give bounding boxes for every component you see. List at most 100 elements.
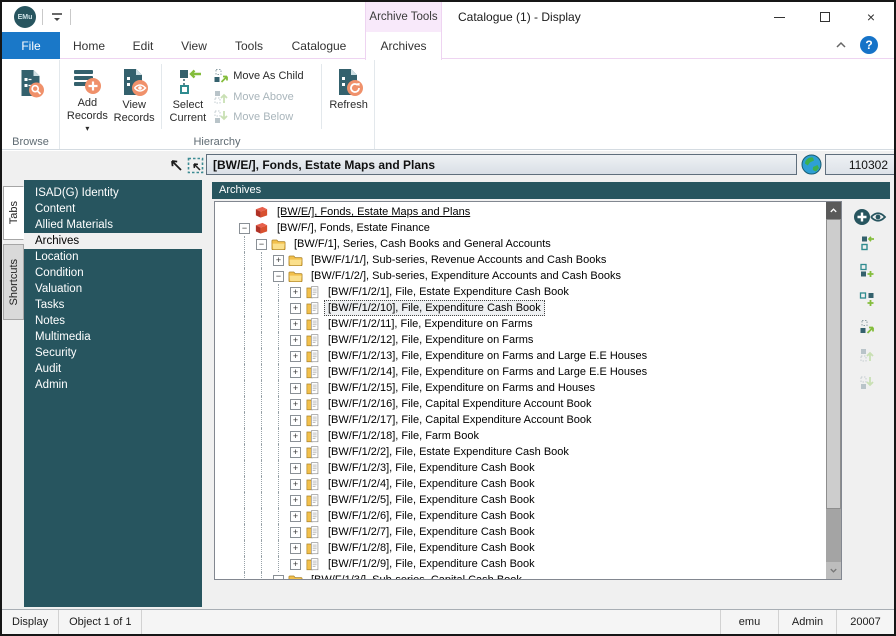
collapse-icon[interactable]: − [273,271,284,282]
expand-icon[interactable]: + [290,479,301,490]
tree-row-label[interactable]: [BW/F/1/2/9], File, Expenditure Cash Boo… [324,556,539,572]
menu-tab-catalogue[interactable]: Catalogue [275,32,363,59]
sidebar-item-multimedia[interactable]: Multimedia [24,329,202,345]
tree-row[interactable]: − [BW/F/1/2/], Sub-series, Expenditure Ac… [215,268,826,284]
sidebar-item-audit[interactable]: Audit [24,361,202,377]
expand-icon[interactable]: + [290,335,301,346]
tree-scrollbar[interactable] [826,202,841,579]
scroll-up-button[interactable] [826,202,841,219]
collapse-icon[interactable]: − [256,239,267,250]
tree-row-label[interactable]: [BW/F/1/2/15], File, Expenditure on Farm… [324,380,599,396]
sidebar-item-allied-materials[interactable]: Allied Materials [24,217,202,233]
tree-row-label[interactable]: [BW/F/1/2/17], File, Capital Expenditure… [324,412,596,428]
scroll-down-button[interactable] [826,562,841,579]
tree-row[interactable]: − [BW/F/], Fonds, Estate Finance [215,220,826,236]
tree-row[interactable]: + [BW/F/1/2/8], File, Expenditure Cash Bo… [215,540,826,556]
tree-row[interactable]: + [BW/F/1/2/1], File, Estate Expenditure … [215,284,826,300]
sidebar-item-isad-g-identity[interactable]: ISAD(G) Identity [24,185,202,201]
expand-icon[interactable]: + [290,351,301,362]
tree-row-label[interactable]: [BW/F/1/2/], Sub-series, Expenditure Acc… [307,268,625,284]
tree-row-label[interactable]: [BW/F/1], Series, Cash Books and General… [290,236,555,252]
expand-icon[interactable]: + [290,383,301,394]
sidebar-item-tasks[interactable]: Tasks [24,297,202,313]
tree-row[interactable]: +[BW/F/1/2/13], File, Expenditure on Far… [215,348,826,364]
tree-row[interactable]: + [BW/F/1/2/4], File, Expenditure Cash Bo… [215,476,826,492]
add-records-button[interactable]: Add Records ▾ [64,62,111,133]
tree-row-label[interactable]: [BW/F/1/2/14], File, Expenditure on Farm… [324,364,651,380]
select-current-button[interactable] [859,235,879,255]
tree-row[interactable]: +[BW/F/1/2/11], File, Expenditure on Far… [215,316,826,332]
tree-row-label[interactable]: [BW/F/], Fonds, Estate Finance [273,220,434,236]
tree-row[interactable]: +[BW/F/1/2/7], File, Expenditure Cash Bo… [215,524,826,540]
sidebar-item-notes[interactable]: Notes [24,313,202,329]
expand-icon[interactable]: + [290,447,301,458]
collapse-ribbon-button[interactable] [834,38,850,54]
help-button[interactable]: ? [860,36,878,54]
side-tab-shortcuts[interactable]: Shortcuts [3,244,24,320]
side-tab-tabs[interactable]: Tabs [3,186,24,240]
move-above-button[interactable]: Move Above [213,87,318,107]
expand-icon[interactable]: + [290,399,301,410]
marquee-select-icon[interactable] [187,157,203,173]
tree-row-label[interactable]: [BW/F/1/2/18], File, Farm Book [324,428,483,444]
maximize-button[interactable] [802,2,848,32]
expand-icon[interactable]: + [290,319,301,330]
tree-row-label[interactable]: [BW/F/1/2/1], File, Estate Expenditure C… [324,284,573,300]
add-child-button[interactable] [859,263,879,283]
quick-access-customize-button[interactable] [50,10,64,24]
tree-row-label[interactable]: [BW/F/1/2/6], File, Expenditure Cash Boo… [324,508,539,524]
expand-icon[interactable]: + [290,303,301,314]
tree-row-label[interactable]: [BW/F/1/2/16], File, Capital Expenditure… [324,396,596,412]
expand-icon[interactable]: + [290,543,301,554]
close-button[interactable]: × [848,2,894,32]
sidebar-item-condition[interactable]: Condition [24,265,202,281]
pointer-tool-icon[interactable] [168,157,184,173]
tree-row[interactable]: + [BW/F/1/2/9], File, Expenditure Cash Bo… [215,556,826,572]
tree-row[interactable]: + [BW/F/1/2/10], File, Expenditure Cash B… [215,300,826,316]
collapse-icon[interactable]: − [273,575,284,580]
tree-row[interactable]: −[BW/F/1/3/], Sub-series, Capital Cash B… [215,572,826,579]
expand-icon[interactable]: + [290,367,301,378]
tree-row-label[interactable]: [BW/F/1/2/7], File, Expenditure Cash Boo… [324,524,539,540]
tree-row[interactable]: + [BW/F/1/2/2], File, Estate Expenditure … [215,444,826,460]
expand-icon[interactable]: + [273,255,284,266]
menu-tab-edit[interactable]: Edit [118,32,168,59]
tree-row-label[interactable]: [BW/F/1/2/2], File, Estate Expenditure C… [324,444,573,460]
current-record-title-field[interactable]: [BW/E/], Fonds, Estate Maps and Plans [206,154,797,175]
scrollbar-thumb[interactable] [826,219,841,509]
menu-tab-home[interactable]: Home [62,32,116,59]
tree-row-label[interactable]: [BW/F/1/2/3], File, Expenditure Cash Boo… [324,460,539,476]
move-below-button[interactable]: Move Below [213,107,318,127]
tree-row[interactable]: + [BW/F/1/2/16], File, Capital Expenditur… [215,396,826,412]
app-logo-icon[interactable]: EMu [14,6,36,28]
tree-row[interactable]: − [BW/F/1], Series, Cash Books and Genera… [215,236,826,252]
tree-row[interactable]: +[BW/F/1/2/12], File, Expenditure on Far… [215,332,826,348]
tree-row-label[interactable]: [BW/F/1/2/10], File, Expenditure Cash Bo… [324,300,545,316]
menu-tab-view[interactable]: View [168,32,220,59]
expand-icon[interactable]: + [290,495,301,506]
select-current-button[interactable]: SelectCurrent [164,62,211,133]
tree-row-label[interactable]: [BW/F/1/2/8], File, Expenditure Cash Boo… [324,540,539,556]
tree-row[interactable]: + [BW/F/1/2/18], File, Farm Book [215,428,826,444]
sidebar-item-valuation[interactable]: Valuation [24,281,202,297]
view-records-button[interactable]: ViewRecords [111,62,158,133]
expand-icon[interactable]: + [290,431,301,442]
tree-row-label[interactable]: [BW/F/1/2/4], File, Expenditure Cash Boo… [324,476,539,492]
collapse-icon[interactable]: − [239,223,250,234]
tree-row[interactable]: + [BW/F/1/2/5], File, Expenditure Cash Bo… [215,492,826,508]
move-as-child-button[interactable]: Move As Child [213,66,318,86]
tree-row[interactable]: + [BW/F/1/2/3], File, Expenditure Cash Bo… [215,460,826,476]
sidebar-item-archives[interactable]: Archives [24,233,202,249]
tree-row-label[interactable]: [BW/E/], Fonds, Estate Maps and Plans [273,204,474,220]
add-sibling-button[interactable] [859,291,879,311]
expand-icon[interactable]: + [290,287,301,298]
sidebar-item-location[interactable]: Location [24,249,202,265]
tree-row[interactable]: + [BW/F/1/2/15], File, Expenditure on Far… [215,380,826,396]
expand-icon[interactable]: + [290,559,301,570]
tree-row[interactable]: + [BW/F/1/2/17], File, Capital Expenditur… [215,412,826,428]
tree-row[interactable]: [BW/E/], Fonds, Estate Maps and Plans [215,204,826,220]
expand-icon[interactable]: + [290,463,301,474]
tree-row-label[interactable]: [BW/F/1/2/5], File, Expenditure Cash Boo… [324,492,539,508]
tree-row[interactable]: +[BW/F/1/2/6], File, Expenditure Cash Bo… [215,508,826,524]
expand-icon[interactable]: + [290,415,301,426]
